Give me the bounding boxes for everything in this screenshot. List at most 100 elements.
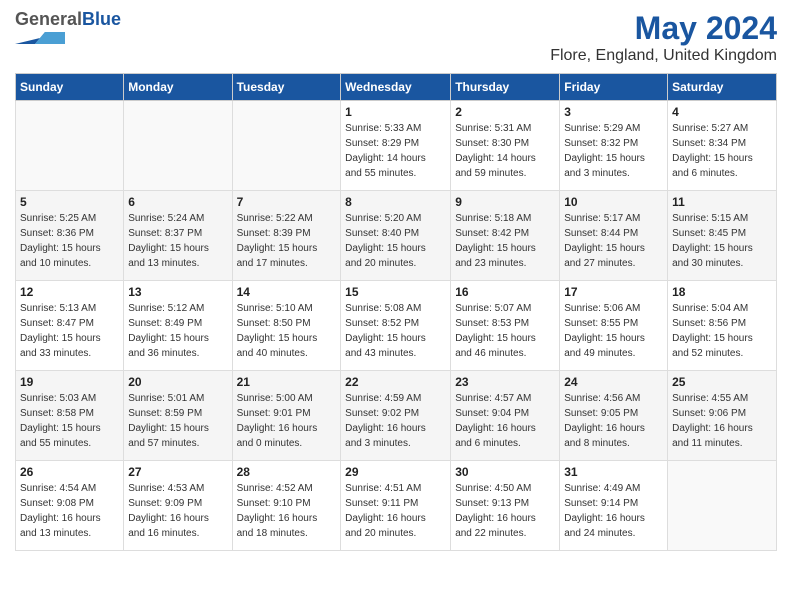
location: Flore, England, United Kingdom (550, 47, 777, 65)
day-cell (16, 101, 124, 191)
day-number: 21 (237, 375, 337, 389)
day-number: 29 (345, 465, 446, 479)
day-number: 24 (564, 375, 663, 389)
day-cell: 8 Sunrise: 5:20 AM Sunset: 8:40 PM Daylig… (341, 191, 451, 281)
day-info: Sunrise: 5:27 AM Sunset: 8:34 PM Dayligh… (672, 121, 772, 181)
day-number: 20 (128, 375, 227, 389)
calendar-header: SundayMondayTuesdayWednesdayThursdayFrid… (16, 74, 777, 101)
day-info: Sunrise: 4:57 AM Sunset: 9:04 PM Dayligh… (455, 391, 555, 451)
day-number: 12 (20, 285, 119, 299)
header: GeneralBlue May 2024 Flore, England, Uni… (15, 10, 777, 65)
day-info: Sunrise: 4:51 AM Sunset: 9:11 PM Dayligh… (345, 481, 446, 541)
day-number: 13 (128, 285, 227, 299)
day-cell: 15 Sunrise: 5:08 AM Sunset: 8:52 PM Dayli… (341, 281, 451, 371)
day-cell: 31Sunrise: 4:49 AM Sunset: 9:14 PM Dayli… (560, 461, 668, 551)
day-cell: 27Sunrise: 4:53 AM Sunset: 9:09 PM Dayli… (124, 461, 232, 551)
day-number: 15 (345, 285, 446, 299)
day-number: 22 (345, 375, 446, 389)
day-info: Sunrise: 5:07 AM Sunset: 8:53 PM Dayligh… (455, 301, 555, 361)
title-block: May 2024 Flore, England, United Kingdom (550, 10, 777, 65)
day-info: Sunrise: 5:18 AM Sunset: 8:42 PM Dayligh… (455, 211, 555, 271)
day-cell: 7 Sunrise: 5:22 AM Sunset: 8:39 PM Daylig… (232, 191, 341, 281)
day-cell: 12 Sunrise: 5:13 AM Sunset: 8:47 PM Dayli… (16, 281, 124, 371)
day-info: Sunrise: 5:06 AM Sunset: 8:55 PM Dayligh… (564, 301, 663, 361)
day-cell: 20 Sunrise: 5:01 AM Sunset: 8:59 PM Dayli… (124, 371, 232, 461)
day-info: Sunrise: 4:52 AM Sunset: 9:10 PM Dayligh… (237, 481, 337, 541)
day-number: 14 (237, 285, 337, 299)
day-cell: 19 Sunrise: 5:03 AM Sunset: 8:58 PM Dayli… (16, 371, 124, 461)
day-number: 10 (564, 195, 663, 209)
day-number: 26 (20, 465, 119, 479)
month-year: May 2024 (550, 10, 777, 47)
day-number: 3 (564, 105, 663, 119)
day-info: Sunrise: 5:22 AM Sunset: 8:39 PM Dayligh… (237, 211, 337, 271)
day-cell: 13Sunrise: 5:12 AM Sunset: 8:49 PM Dayli… (124, 281, 232, 371)
day-info: Sunrise: 5:03 AM Sunset: 8:58 PM Dayligh… (20, 391, 119, 451)
day-number: 23 (455, 375, 555, 389)
day-info: Sunrise: 5:10 AM Sunset: 8:50 PM Dayligh… (237, 301, 337, 361)
day-info: Sunrise: 4:55 AM Sunset: 9:06 PM Dayligh… (672, 391, 772, 451)
header-cell-tuesday: Tuesday (232, 74, 341, 101)
day-info: Sunrise: 5:31 AM Sunset: 8:30 PM Dayligh… (455, 121, 555, 181)
day-info: Sunrise: 5:08 AM Sunset: 8:52 PM Dayligh… (345, 301, 446, 361)
day-number: 6 (128, 195, 227, 209)
day-info: Sunrise: 4:59 AM Sunset: 9:02 PM Dayligh… (345, 391, 446, 451)
day-number: 19 (20, 375, 119, 389)
day-info: Sunrise: 5:15 AM Sunset: 8:45 PM Dayligh… (672, 211, 772, 271)
page-container: GeneralBlue May 2024 Flore, England, Uni… (0, 0, 792, 561)
day-info: Sunrise: 5:13 AM Sunset: 8:47 PM Dayligh… (20, 301, 119, 361)
day-cell: 11 Sunrise: 5:15 AM Sunset: 8:45 PM Dayli… (668, 191, 777, 281)
day-cell: 17 Sunrise: 5:06 AM Sunset: 8:55 PM Dayli… (560, 281, 668, 371)
day-info: Sunrise: 5:01 AM Sunset: 8:59 PM Dayligh… (128, 391, 227, 451)
day-info: Sunrise: 5:29 AM Sunset: 8:32 PM Dayligh… (564, 121, 663, 181)
day-number: 1 (345, 105, 446, 119)
calendar-table: SundayMondayTuesdayWednesdayThursdayFrid… (15, 73, 777, 551)
header-cell-wednesday: Wednesday (341, 74, 451, 101)
day-number: 7 (237, 195, 337, 209)
day-cell: 1Sunrise: 5:33 AM Sunset: 8:29 PM Daylig… (341, 101, 451, 191)
logo-blue-text: Blue (82, 9, 121, 29)
day-cell: 5Sunrise: 5:25 AM Sunset: 8:36 PM Daylig… (16, 191, 124, 281)
header-cell-thursday: Thursday (451, 74, 560, 101)
day-number: 4 (672, 105, 772, 119)
week-row-3: 12 Sunrise: 5:13 AM Sunset: 8:47 PM Dayli… (16, 281, 777, 371)
header-cell-saturday: Saturday (668, 74, 777, 101)
day-info: Sunrise: 5:20 AM Sunset: 8:40 PM Dayligh… (345, 211, 446, 271)
day-info: Sunrise: 5:17 AM Sunset: 8:44 PM Dayligh… (564, 211, 663, 271)
day-info: Sunrise: 4:54 AM Sunset: 9:08 PM Dayligh… (20, 481, 119, 541)
day-number: 18 (672, 285, 772, 299)
header-cell-sunday: Sunday (16, 74, 124, 101)
day-cell: 29 Sunrise: 4:51 AM Sunset: 9:11 PM Dayli… (341, 461, 451, 551)
day-info: Sunrise: 4:50 AM Sunset: 9:13 PM Dayligh… (455, 481, 555, 541)
calendar-body: 1Sunrise: 5:33 AM Sunset: 8:29 PM Daylig… (16, 101, 777, 551)
day-number: 25 (672, 375, 772, 389)
day-cell: 28Sunrise: 4:52 AM Sunset: 9:10 PM Dayli… (232, 461, 341, 551)
day-number: 16 (455, 285, 555, 299)
week-row-1: 1Sunrise: 5:33 AM Sunset: 8:29 PM Daylig… (16, 101, 777, 191)
header-cell-monday: Monday (124, 74, 232, 101)
day-info: Sunrise: 5:24 AM Sunset: 8:37 PM Dayligh… (128, 211, 227, 271)
day-cell: 23 Sunrise: 4:57 AM Sunset: 9:04 PM Dayli… (451, 371, 560, 461)
day-cell (124, 101, 232, 191)
day-cell: 9Sunrise: 5:18 AM Sunset: 8:42 PM Daylig… (451, 191, 560, 281)
day-cell: 21 Sunrise: 5:00 AM Sunset: 9:01 PM Dayli… (232, 371, 341, 461)
week-row-5: 26 Sunrise: 4:54 AM Sunset: 9:08 PM Dayli… (16, 461, 777, 551)
day-cell: 3 Sunrise: 5:29 AM Sunset: 8:32 PM Daylig… (560, 101, 668, 191)
day-info: Sunrise: 5:25 AM Sunset: 8:36 PM Dayligh… (20, 211, 119, 271)
day-info: Sunrise: 4:53 AM Sunset: 9:09 PM Dayligh… (128, 481, 227, 541)
day-cell: 22 Sunrise: 4:59 AM Sunset: 9:02 PM Dayli… (341, 371, 451, 461)
day-cell: 30Sunrise: 4:50 AM Sunset: 9:13 PM Dayli… (451, 461, 560, 551)
day-cell: 16 Sunrise: 5:07 AM Sunset: 8:53 PM Dayli… (451, 281, 560, 371)
day-cell: 14 Sunrise: 5:10 AM Sunset: 8:50 PM Dayli… (232, 281, 341, 371)
day-number: 17 (564, 285, 663, 299)
week-row-4: 19 Sunrise: 5:03 AM Sunset: 8:58 PM Dayli… (16, 371, 777, 461)
day-number: 8 (345, 195, 446, 209)
day-number: 11 (672, 195, 772, 209)
day-cell: 6 Sunrise: 5:24 AM Sunset: 8:37 PM Daylig… (124, 191, 232, 281)
day-cell: 25 Sunrise: 4:55 AM Sunset: 9:06 PM Dayli… (668, 371, 777, 461)
day-info: Sunrise: 5:04 AM Sunset: 8:56 PM Dayligh… (672, 301, 772, 361)
day-info: Sunrise: 5:00 AM Sunset: 9:01 PM Dayligh… (237, 391, 337, 451)
day-number: 2 (455, 105, 555, 119)
day-cell: 2 Sunrise: 5:31 AM Sunset: 8:30 PM Daylig… (451, 101, 560, 191)
logo-icon (15, 30, 65, 46)
